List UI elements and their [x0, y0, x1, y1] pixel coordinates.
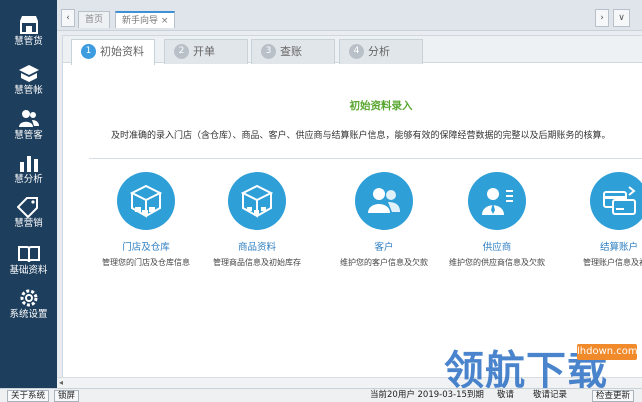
bar-chart-icon: [19, 156, 38, 172]
customers-icon: [355, 172, 413, 230]
sidebar-item-goods[interactable]: 慧管货: [0, 14, 57, 58]
left-sidebar: 慧管货 慧管帐 慧管客 慧分析 慧营销 基础资料 系统设置: [0, 0, 57, 388]
scroll-left-icon[interactable]: ◂: [59, 378, 63, 387]
tab-strip: ‹ 首页 新手向导 × › ∨: [57, 0, 642, 31]
store-icon: [19, 16, 38, 34]
gear-icon: [20, 289, 37, 307]
users-icon: [18, 110, 39, 127]
card-description: 管理您的门店及仓库信息: [102, 258, 190, 267]
status-hint: 敬请: [497, 390, 515, 400]
tag-icon: [16, 197, 38, 218]
goods-icon: [228, 172, 286, 230]
step-label: 开单: [193, 45, 215, 58]
step-number: 1: [81, 44, 96, 59]
book-icon: [17, 246, 40, 263]
sidebar-item-analysis[interactable]: 慧分析: [0, 152, 57, 196]
section-description: 及时准确的录入门店（含仓库）、商品、客户、供应商与结算账户信息，能够有效的保障经…: [111, 131, 611, 141]
sidebar-item-label: 系统设置: [9, 309, 48, 320]
sidebar-item-customers[interactable]: 慧管客: [0, 108, 57, 152]
step-tab-billing[interactable]: 2 开单: [164, 39, 248, 64]
step-number: 2: [174, 44, 189, 59]
card-description: 维护您的供应商信息及欠款: [449, 258, 545, 267]
step-tabs: 1 初始资料 2 开单 3 查账 4 分析: [63, 36, 642, 65]
step-label: 初始资料: [100, 45, 144, 58]
sidebar-item-label: 基础资料: [9, 265, 48, 276]
tab-list-dropdown[interactable]: ∨: [613, 9, 630, 27]
card-supplier[interactable]: 供应商 维护您的供应商信息及欠款: [437, 172, 557, 268]
check-update-button[interactable]: 检查更新: [592, 390, 635, 402]
sidebar-item-accounts[interactable]: 慧管帐: [0, 63, 57, 107]
step-label: 分析: [368, 45, 390, 58]
card-title: 结算账户: [599, 242, 638, 253]
card-description: 管理账户信息及初始: [583, 258, 642, 267]
sidebar-item-label: 慧营销: [14, 218, 43, 229]
watermark-site: lhdown.com: [577, 344, 638, 360]
card-title: 商品资料: [237, 242, 276, 253]
card-customers[interactable]: 客户 维护您的客户信息及欠款: [324, 172, 444, 268]
about-system-button[interactable]: 关于系统: [7, 390, 50, 402]
card-title: 客户: [374, 242, 394, 253]
card-title: 供应商: [482, 242, 512, 253]
section-title: 初始资料录入: [349, 100, 413, 112]
account-icon: [590, 172, 642, 230]
license-expiry-text: 当前20用户 2019-03-15到期: [370, 390, 484, 400]
tab-scroll-left-button[interactable]: ‹: [61, 9, 75, 27]
sidebar-item-settings[interactable]: 系统设置: [0, 287, 57, 331]
card-title: 门店及仓库: [122, 242, 170, 253]
step-number: 3: [261, 44, 276, 59]
tab-scroll-right-button[interactable]: ›: [595, 9, 609, 27]
card-description: 维护您的客户信息及欠款: [340, 258, 428, 267]
warehouse-icon: [117, 172, 175, 230]
sidebar-item-marketing[interactable]: 慧营销: [0, 196, 57, 240]
step-number: 4: [349, 44, 364, 59]
card-stores-warehouse[interactable]: 门店及仓库 管理您的门店及仓库信息: [86, 172, 206, 268]
sidebar-item-basic-data[interactable]: 基础资料: [0, 243, 57, 287]
sidebar-item-label: 慧分析: [14, 174, 43, 185]
card-goods[interactable]: 商品资料 管理商品信息及初始库存: [197, 172, 317, 268]
step-tab-check-accounts[interactable]: 3 查账: [251, 39, 335, 64]
guide-panel: 1 初始资料 2 开单 3 查账 4 分析 初始资料录入 及时准确的录入门店（含…: [62, 35, 642, 385]
tab-home[interactable]: 首页: [78, 11, 111, 28]
step-tab-initial-data[interactable]: 1 初始资料: [71, 39, 155, 65]
card-description: 管理商品信息及初始库存: [213, 258, 301, 267]
divider: [89, 158, 642, 159]
supplier-icon: [468, 172, 526, 230]
sidebar-item-label: 慧管帐: [14, 85, 43, 96]
sidebar-item-label: 慧管客: [14, 130, 43, 141]
ledger-icon: [18, 65, 39, 82]
step-label: 查账: [280, 45, 302, 58]
status-hint-record: 敬请记录: [533, 390, 568, 400]
tab-guide[interactable]: 新手向导 ×: [115, 11, 176, 28]
lock-screen-button[interactable]: 锁屏: [54, 390, 80, 402]
status-bar: 关于系统 锁屏 当前20用户 2019-03-15到期 敬请 敬请记录 检查更新: [0, 388, 642, 402]
step-tab-analysis[interactable]: 4 分析: [339, 39, 423, 64]
sidebar-item-label: 慧管货: [14, 36, 43, 47]
card-settlement-account[interactable]: 结算账户 管理账户信息及初始: [559, 172, 642, 268]
